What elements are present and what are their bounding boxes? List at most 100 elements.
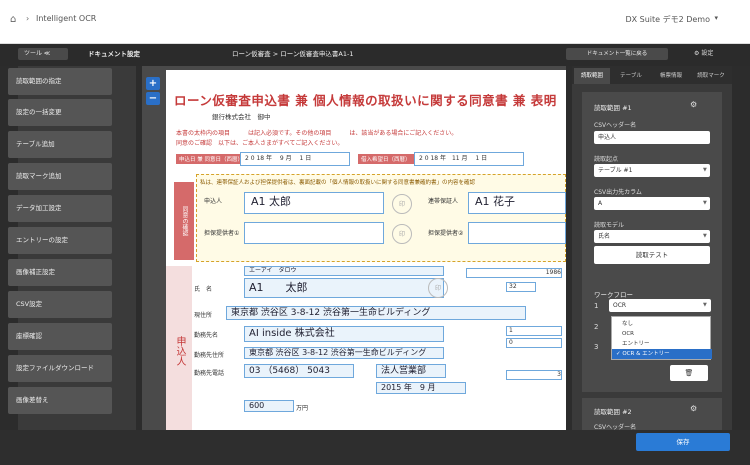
gear-icon: ⚙ — [694, 50, 700, 57]
dropdown-option-selected[interactable]: ✓ OCR & エントリー — [612, 349, 712, 359]
gear-icon[interactable]: ⚙ — [690, 404, 697, 413]
sidebar-item-add-mark[interactable]: 読取マーク追加 — [8, 163, 112, 190]
read-range-furigana[interactable]: エーアイ タロウ — [244, 266, 444, 276]
workflow-step-3: 3 — [594, 343, 599, 351]
workflow-step-1: 1 — [594, 302, 599, 310]
csv-column-label: CSV出力先カラム — [594, 189, 642, 196]
collateral-label-2: 担保提供者② — [428, 230, 464, 237]
read-range-loan-date[interactable]: 2 0 18 年 11 月 1 日 — [414, 152, 524, 166]
zoom-in-button[interactable]: + — [146, 77, 160, 90]
back-to-list-button[interactable]: ドキュメント一覧に戻る — [566, 48, 668, 60]
consent-section — [196, 174, 566, 262]
instruction-note: 本書の太枠内の項目 は記入必須です。その他の項目 は、該当がある場合にご記入くだ… — [176, 130, 458, 137]
read-range-guarantor[interactable]: A1 花子 — [468, 192, 566, 214]
gear-icon[interactable]: ⚙ — [690, 100, 697, 109]
delete-button[interactable]: 🗑 — [670, 365, 708, 381]
phone-label: 勤務先電話 — [194, 370, 225, 377]
doc-settings-title: ドキュメント設定 — [88, 50, 140, 58]
dropdown-option[interactable]: OCR — [612, 329, 712, 339]
seal-mark: 印 — [392, 224, 412, 244]
loan-date-label: 借入希望日（西暦） — [358, 154, 414, 164]
read-range-age[interactable]: 32 — [506, 282, 536, 292]
breadcrumb: ローン仮審査 > ローン仮審査申込書A1-1 — [232, 50, 354, 58]
date-label: 申込日 兼 同意日（西暦） — [176, 154, 246, 164]
read-test-button[interactable]: 読取テスト — [594, 246, 710, 264]
seal-mark: 印 — [428, 278, 448, 298]
chevron-down-icon: ▼ — [703, 200, 707, 206]
read-range-collateral-1[interactable] — [244, 222, 384, 244]
guarantor-label: 連帯保証人 — [428, 198, 459, 205]
name-label: 氏 名 — [194, 286, 213, 293]
read-range-department[interactable]: 法人営業部 — [376, 364, 446, 378]
chevron-down-icon: ▼ — [703, 167, 707, 173]
consent-note: 同意のご確認 以下は、ご本人さまがすべてご記入ください。 — [176, 140, 344, 147]
document-title: ローン仮審査申込書 兼 個人情報の取扱いに関する同意書 兼 表明 — [174, 93, 557, 108]
sidebar-item-download-config[interactable]: 設定ファイルダウンロード — [8, 355, 112, 382]
address-label: 現住所 — [194, 312, 213, 319]
sidebar-item-csv-settings[interactable]: CSV設定 — [8, 291, 112, 318]
workflow-select[interactable]: OCR — [609, 299, 711, 312]
workflow-dropdown: なし OCR エントリー ✓ OCR & エントリー — [611, 316, 712, 360]
tab-read-range[interactable]: 読取範囲 — [574, 68, 610, 84]
group1-title: 読取範囲 #1 — [594, 104, 632, 112]
tab-read-mark[interactable]: 読取マーク — [692, 68, 730, 84]
income-unit: 万円 — [296, 405, 309, 412]
read-range-years[interactable]: 3 — [506, 370, 562, 380]
start-point-select[interactable]: テーブル #1 — [594, 164, 710, 177]
read-range-count-2[interactable]: 0 — [506, 338, 562, 348]
chevron-down-icon: ▼ — [703, 302, 707, 308]
company-address-label: 勤務先住所 — [194, 352, 225, 359]
consent-confirm-label: 同意の確認 — [174, 182, 194, 260]
read-range-address[interactable]: 東京都 渋谷区 3-8-12 渋谷第一生命ビルディング — [226, 306, 526, 320]
sidebar-item-replace-image[interactable]: 画像差替え — [8, 387, 112, 414]
csv-header-label: CSVヘッダー名 — [594, 122, 637, 129]
read-range-income[interactable]: 600 — [244, 400, 294, 412]
read-range-name[interactable]: A1 太郎 — [244, 278, 444, 298]
dropdown-option[interactable]: エントリー — [612, 339, 712, 349]
sidebar-item-image-correction[interactable]: 画像補正設定 — [8, 259, 112, 286]
read-range-count-1[interactable]: 1 — [506, 326, 562, 336]
chevron-right-icon: › — [26, 14, 30, 23]
user-menu[interactable]: DX Suite デモ2 Demo — [625, 14, 710, 25]
csv-header-input[interactable]: 申込人 — [594, 131, 710, 144]
csv-column-select[interactable]: A — [594, 197, 710, 210]
app-title: Intelligent OCR — [36, 14, 97, 23]
sidebar-item-bulk-change[interactable]: 設定の一括変更 — [8, 99, 112, 126]
sidebar-item-coordinates[interactable]: 座標確認 — [8, 323, 112, 350]
consent-statement: 私は、連帯保証人および担保提供者は、裏面記載の「個人情報の取扱いに関する同意書兼… — [200, 180, 476, 186]
model-select[interactable]: 氏名 — [594, 230, 710, 243]
model-label: 読取モデル — [594, 222, 625, 229]
save-button[interactable]: 保存 — [636, 433, 730, 451]
settings-button[interactable]: ⚙ 設定 — [694, 48, 713, 60]
company-label: 勤務先名 — [194, 332, 219, 339]
tab-table[interactable]: テーブル — [612, 68, 650, 84]
applicant-label: 申込人 — [204, 198, 223, 205]
collateral-label-1: 担保提供者① — [204, 230, 240, 237]
sidebar-item-entry-settings[interactable]: エントリーの設定 — [8, 227, 112, 254]
dropdown-option[interactable]: なし — [612, 319, 712, 329]
browser-bar: ⌂ › Intelligent OCR DX Suite デモ2 Demo ▾ — [0, 0, 750, 44]
read-range-hire-year[interactable]: 2015 年 9 月 — [376, 382, 466, 394]
tab-form-info[interactable]: 帳票情報 — [652, 68, 690, 84]
read-range-birth-year[interactable]: 1986 — [466, 268, 562, 278]
workflow-step-2: 2 — [594, 323, 599, 331]
workflow-label: ワークフロー — [594, 291, 633, 299]
applicant-section-label: 申込人 — [166, 266, 192, 430]
document-page: ローン仮審査申込書 兼 個人情報の取扱いに関する同意書 兼 表明 銀行株式会社 … — [166, 70, 566, 430]
tool-toggle-button[interactable]: ツール ≪ — [18, 48, 68, 60]
sidebar-item-add-table[interactable]: テーブル追加 — [8, 131, 112, 158]
read-range-phone[interactable]: 03 （5468） 5043 — [244, 364, 354, 378]
caret-down-icon[interactable]: ▾ — [714, 14, 718, 22]
bank-name: 銀行株式会社 御中 — [212, 113, 271, 121]
trash-icon: 🗑 — [684, 369, 694, 377]
read-range-collateral-2[interactable] — [468, 222, 566, 244]
read-range-applicant[interactable]: A1 太郎 — [244, 192, 384, 214]
sidebar-item-data-processing[interactable]: データ加工設定 — [8, 195, 112, 222]
home-icon[interactable]: ⌂ — [10, 14, 21, 25]
read-range-application-date[interactable]: 2 0 18 年 9 月 1 日 — [240, 152, 350, 166]
zoom-out-button[interactable]: − — [146, 92, 160, 105]
sidebar-item-read-range[interactable]: 読取範囲の指定 — [8, 68, 112, 95]
group2-title: 読取範囲 #2 — [594, 408, 632, 416]
read-range-company[interactable]: AI inside 株式会社 — [244, 326, 444, 342]
read-range-company-address[interactable]: 東京都 渋谷区 3-8-12 渋谷第一生命ビルディング — [244, 347, 444, 359]
